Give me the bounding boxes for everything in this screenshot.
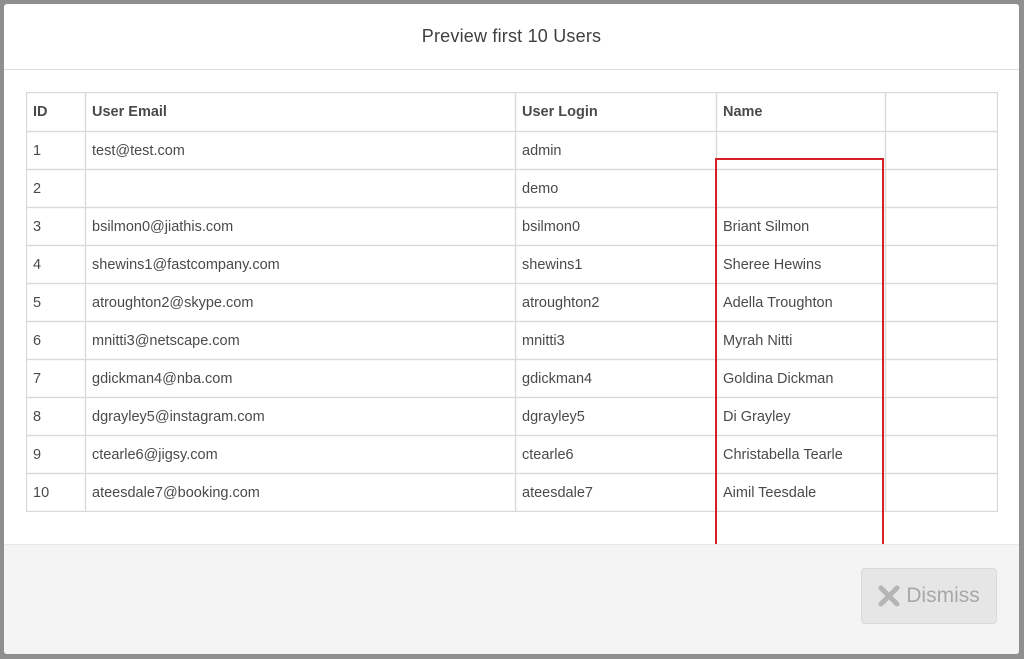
cell-email: test@test.com	[85, 131, 516, 170]
cell-email: dgrayley5@instagram.com	[85, 397, 516, 436]
table-row: 9 ctearle6@jigsy.com ctearle6 Christabel…	[26, 435, 998, 474]
table-row: 10 ateesdale7@booking.com ateesdale7 Aim…	[26, 473, 998, 512]
preview-users-modal: Preview first 10 Users ID User Email Use…	[4, 4, 1019, 654]
cell-name: Goldina Dickman	[716, 359, 886, 398]
dismiss-button[interactable]: Dismiss	[861, 568, 997, 624]
cell-id: 5	[26, 283, 86, 322]
cell-login: ctearle6	[515, 435, 717, 474]
table-row: 8 dgrayley5@instagram.com dgrayley5 Di G…	[26, 397, 998, 436]
cell-email: gdickman4@nba.com	[85, 359, 516, 398]
column-header-name: Name	[716, 92, 886, 132]
cell-extra	[885, 397, 998, 436]
cell-email: shewins1@fastcompany.com	[85, 245, 516, 284]
table-row: 6 mnitti3@netscape.com mnitti3 Myrah Nit…	[26, 321, 998, 360]
cell-login: demo	[515, 169, 717, 208]
cell-extra	[885, 283, 998, 322]
cell-login: gdickman4	[515, 359, 717, 398]
modal-header: Preview first 10 Users	[4, 4, 1019, 70]
cell-email: ctearle6@jigsy.com	[85, 435, 516, 474]
cell-id: 9	[26, 435, 86, 474]
cell-id: 1	[26, 131, 86, 170]
modal-title: Preview first 10 Users	[421, 26, 602, 46]
cell-email: atroughton2@skype.com	[85, 283, 516, 322]
table-row: 3 bsilmon0@jiathis.com bsilmon0 Briant S…	[26, 207, 998, 246]
cell-id: 8	[26, 397, 86, 436]
cell-id: 2	[26, 169, 86, 208]
table-header-row: ID User Email User Login Name	[26, 92, 998, 132]
close-icon	[878, 585, 900, 607]
table-row: 2 demo	[26, 169, 998, 208]
table-row: 5 atroughton2@skype.com atroughton2 Adel…	[26, 283, 998, 322]
cell-extra	[885, 321, 998, 360]
users-table: ID User Email User Login Name 1 test@tes…	[26, 92, 998, 512]
cell-name: Myrah Nitti	[716, 321, 886, 360]
cell-extra	[885, 473, 998, 512]
cell-email: ateesdale7@booking.com	[85, 473, 516, 512]
cell-name: Briant Silmon	[716, 207, 886, 246]
column-header-login: User Login	[515, 92, 717, 132]
cell-name: Christabella Tearle	[716, 435, 886, 474]
cell-login: mnitti3	[515, 321, 717, 360]
cell-login: dgrayley5	[515, 397, 717, 436]
cell-id: 7	[26, 359, 86, 398]
cell-name: Sheree Hewins	[716, 245, 886, 284]
cell-id: 4	[26, 245, 86, 284]
cell-id: 6	[26, 321, 86, 360]
cell-id: 3	[26, 207, 86, 246]
modal-footer: Dismiss	[4, 544, 1019, 654]
cell-name	[716, 131, 886, 170]
cell-extra	[885, 245, 998, 284]
cell-extra	[885, 435, 998, 474]
cell-id: 10	[26, 473, 86, 512]
column-header-email: User Email	[85, 92, 516, 132]
cell-extra	[885, 207, 998, 246]
cell-login: bsilmon0	[515, 207, 717, 246]
cell-name	[716, 169, 886, 208]
table-row: 7 gdickman4@nba.com gdickman4 Goldina Di…	[26, 359, 998, 398]
cell-email: mnitti3@netscape.com	[85, 321, 516, 360]
cell-login: atroughton2	[515, 283, 717, 322]
modal-body: ID User Email User Login Name 1 test@tes…	[4, 70, 1019, 585]
cell-email	[85, 169, 516, 208]
cell-name: Di Grayley	[716, 397, 886, 436]
cell-name: Aimil Teesdale	[716, 473, 886, 512]
cell-name: Adella Troughton	[716, 283, 886, 322]
dismiss-label: Dismiss	[906, 584, 980, 607]
cell-extra	[885, 131, 998, 170]
cell-email: bsilmon0@jiathis.com	[85, 207, 516, 246]
table-row: 4 shewins1@fastcompany.com shewins1 Sher…	[26, 245, 998, 284]
table-row: 1 test@test.com admin	[26, 131, 998, 170]
cell-login: ateesdale7	[515, 473, 717, 512]
cell-login: shewins1	[515, 245, 717, 284]
cell-extra	[885, 169, 998, 208]
column-header-extra	[885, 92, 998, 132]
cell-login: admin	[515, 131, 717, 170]
column-header-id: ID	[26, 92, 86, 132]
cell-extra	[885, 359, 998, 398]
